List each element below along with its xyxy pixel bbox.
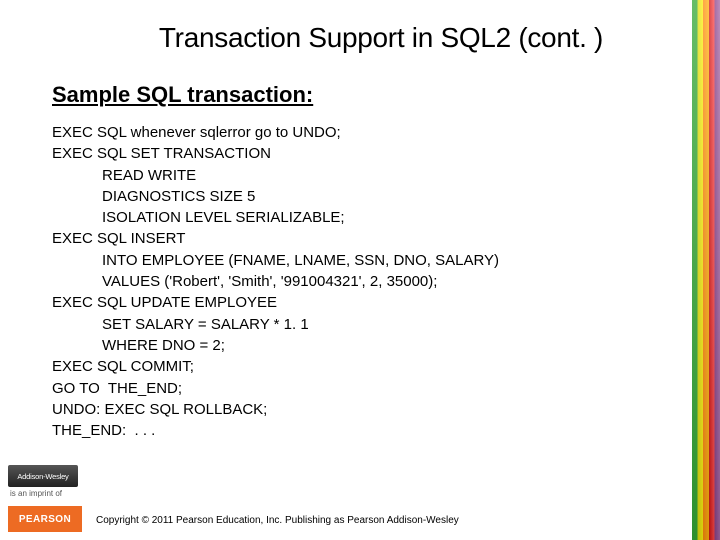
slide-title: Transaction Support in SQL2 (cont. ) — [82, 22, 680, 54]
pearson-label: PEARSON — [19, 514, 71, 525]
slide-content: Transaction Support in SQL2 (cont. ) Sam… — [0, 0, 720, 441]
sql-code-block: EXEC SQL whenever sqlerror go to UNDO; E… — [52, 122, 680, 441]
addison-wesley-label: Addison-Wesley — [17, 472, 68, 481]
copyright-text: Copyright © 2011 Pearson Education, Inc.… — [96, 515, 459, 526]
addison-wesley-logo: Addison-Wesley — [8, 465, 78, 487]
pearson-logo: PEARSON — [8, 506, 82, 532]
publisher-block: Addison-Wesley is an imprint of — [8, 465, 78, 498]
slide-subtitle: Sample SQL transaction: — [52, 82, 680, 108]
imprint-text: is an imprint of — [10, 489, 78, 498]
